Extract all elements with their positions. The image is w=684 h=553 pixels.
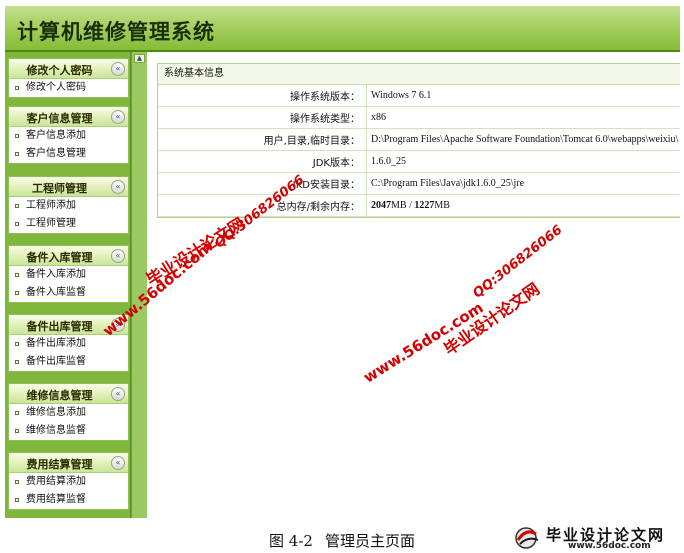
app-title: 计算机维修管理系统: [17, 20, 215, 44]
info-key: JKD安装目录：: [158, 172, 367, 195]
memory-free: 1227: [414, 200, 435, 211]
table-row: 用户,目录,临时目录： D:\Program Files\Apache Soft…: [158, 128, 680, 151]
system-info-panel: 系统基本信息 操作系统版本： Windows 7 6.1 操作系统类型： x86…: [157, 63, 680, 218]
menu-group-parts-out: 备件出库管理 « 备件出库添加 备件出库监督: [8, 314, 129, 372]
menu-item-engineer-add[interactable]: 工程师添加: [9, 197, 128, 215]
info-key: 操作系统版本：: [158, 85, 367, 107]
bullet-icon: [15, 411, 19, 415]
bullet-icon: [15, 204, 19, 208]
table-row: 操作系统版本： Windows 7 6.1: [158, 85, 680, 107]
panel-title: 系统基本信息: [158, 64, 680, 85]
collapse-icon[interactable]: «: [111, 456, 125, 470]
figure-number: 图 4-2: [269, 532, 313, 550]
menu-item-customer-manage[interactable]: 客户信息管理: [9, 145, 128, 163]
sidebar-splitter[interactable]: ▲: [131, 52, 147, 518]
info-value: D:\Program Files\Apache Software Foundat…: [366, 128, 680, 151]
menu-group-header[interactable]: 费用结算管理 «: [9, 453, 128, 473]
menu-group-repair: 维修信息管理 « 维修信息添加 维修信息监督: [8, 383, 129, 441]
table-row: 操作系统类型： x86: [158, 106, 680, 129]
collapse-arrow-icon[interactable]: ▲: [134, 54, 145, 63]
logo-url: www.56doc.com: [568, 541, 651, 551]
menu-group-password: 修改个人密码 « 修改个人密码: [8, 58, 129, 98]
menu-item-parts-in-monitor[interactable]: 备件入库监督: [9, 284, 128, 302]
bullet-icon: [15, 498, 19, 502]
menu-group-customer: 客户信息管理 « 客户信息添加 客户信息管理: [8, 106, 129, 164]
table-row: JDK版本： 1.6.0_25: [158, 150, 680, 173]
memory-free-unit: MB: [434, 200, 450, 211]
bullet-icon: [15, 480, 19, 484]
info-value: Windows 7 6.1: [366, 85, 680, 107]
bullet-icon: [15, 429, 19, 433]
info-key: JDK版本：: [158, 150, 367, 173]
collapse-icon[interactable]: «: [111, 387, 125, 401]
bullet-icon: [15, 360, 19, 364]
collapse-icon[interactable]: «: [111, 62, 125, 76]
menu-group-header[interactable]: 客户信息管理 «: [9, 107, 128, 127]
bullet-icon: [15, 152, 19, 156]
info-key: 用户,目录,临时目录：: [158, 128, 367, 151]
menu-item-billing-add[interactable]: 费用结算添加: [9, 473, 128, 491]
info-value: 1.6.0_25: [366, 150, 680, 173]
bullet-icon: [15, 291, 19, 295]
menu-group-title: 费用结算管理: [26, 458, 93, 471]
main-content: 系统基本信息 操作系统版本： Windows 7 6.1 操作系统类型： x86…: [147, 52, 680, 518]
menu-item-parts-out-monitor[interactable]: 备件出库监督: [9, 353, 128, 371]
menu-group-header[interactable]: 维修信息管理 «: [9, 384, 128, 404]
collapse-icon[interactable]: «: [111, 110, 125, 124]
menu-group-parts-in: 备件入库管理 « 备件入库添加 备件入库监督: [8, 245, 129, 303]
menu-group-header[interactable]: 工程师管理 «: [9, 177, 128, 197]
bullet-icon: [15, 86, 19, 90]
bullet-icon: [15, 222, 19, 226]
table-row: 总内存/剩余内存： 2047MB / 1227MB: [158, 194, 680, 217]
info-key: 总内存/剩余内存：: [158, 194, 367, 217]
menu-group-title: 维修信息管理: [26, 389, 93, 402]
menu-group-engineer: 工程师管理 « 工程师添加 工程师管理: [8, 176, 129, 234]
app-window: 计算机维修管理系统 修改个人密码 « 修改个人密码 客户信息管理 « 客户信息添…: [5, 6, 680, 518]
sidebar: 修改个人密码 « 修改个人密码 客户信息管理 « 客户信息添加 客户信息管理 工…: [5, 52, 131, 518]
info-key: 操作系统类型：: [158, 106, 367, 129]
menu-group-title: 客户信息管理: [26, 112, 93, 125]
info-value: C:\Program Files\Java\jdk1.6.0_25\jre: [366, 172, 680, 195]
menu-item-engineer-manage[interactable]: 工程师管理: [9, 215, 128, 233]
collapse-icon[interactable]: «: [111, 318, 125, 332]
menu-group-title: 工程师管理: [32, 182, 87, 195]
bullet-icon: [15, 342, 19, 346]
menu-group-header[interactable]: 备件入库管理 «: [9, 246, 128, 266]
menu-group-title: 备件出库管理: [26, 320, 93, 333]
collapse-icon[interactable]: «: [111, 180, 125, 194]
memory-total: 2047: [371, 200, 391, 211]
figure-text: 管理员主页面: [324, 532, 415, 550]
menu-item-billing-monitor[interactable]: 费用结算监督: [9, 491, 128, 509]
menu-group-billing: 费用结算管理 « 费用结算添加 费用结算监督: [8, 452, 129, 510]
table-row: JKD安装目录： C:\Program Files\Java\jdk1.6.0_…: [158, 172, 680, 195]
menu-group-title: 修改个人密码: [26, 64, 93, 77]
site-logo: 毕业设计论文网 www.56doc.com: [514, 524, 680, 552]
bullet-icon: [15, 273, 19, 277]
menu-item-customer-add[interactable]: 客户信息添加: [9, 127, 128, 145]
menu-group-header[interactable]: 备件出库管理 «: [9, 315, 128, 335]
app-header: 计算机维修管理系统: [5, 6, 680, 52]
system-info-table: 操作系统版本： Windows 7 6.1 操作系统类型： x86 用户,目录,…: [158, 85, 680, 217]
menu-item-parts-in-add[interactable]: 备件入库添加: [9, 266, 128, 284]
menu-item-change-password[interactable]: 修改个人密码: [9, 79, 128, 97]
menu-item-repair-add[interactable]: 维修信息添加: [9, 404, 128, 422]
memory-total-unit: MB: [391, 200, 407, 211]
memory-value: 2047MB / 1227MB: [366, 194, 680, 217]
collapse-icon[interactable]: «: [111, 249, 125, 263]
menu-group-header[interactable]: 修改个人密码 «: [9, 59, 128, 79]
menu-item-repair-monitor[interactable]: 维修信息监督: [9, 422, 128, 440]
bullet-icon: [15, 134, 19, 138]
logo-icon: [515, 527, 539, 549]
info-value: x86: [366, 106, 680, 129]
menu-group-title: 备件入库管理: [26, 251, 93, 264]
menu-item-parts-out-add[interactable]: 备件出库添加: [9, 335, 128, 353]
